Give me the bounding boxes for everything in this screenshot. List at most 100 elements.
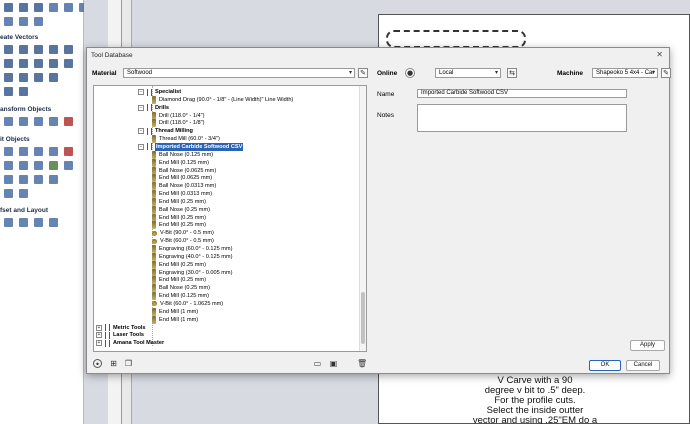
join-icon[interactable] — [34, 147, 43, 156]
tree-root-row[interactable]: + Metric Tools — [96, 324, 146, 332]
delete-icon[interactable] — [64, 147, 73, 156]
draw-arc-icon[interactable] — [34, 59, 43, 68]
online-select[interactable]: Local ▾ — [435, 68, 501, 78]
smooth-icon[interactable] — [19, 147, 28, 156]
tree-scrollbar[interactable] — [359, 86, 366, 351]
offset-vectors-icon[interactable] — [4, 218, 13, 227]
close-vectors-icon[interactable] — [4, 189, 13, 198]
tree-tool-row[interactable]: End Mill (0.0313 mm) — [152, 190, 212, 199]
delete-icon[interactable]: 🗑 — [357, 359, 367, 368]
draw-polygon-icon[interactable] — [49, 45, 58, 54]
array-copy-icon[interactable] — [19, 218, 28, 227]
tree-tool-row[interactable]: Thread Mill (60.0° - 3/4") — [152, 135, 220, 144]
tree-tool-row[interactable]: Engraving (30.0° - 0.005 mm) — [152, 268, 232, 277]
save-icon[interactable] — [34, 3, 43, 12]
tree-tool-row[interactable]: End Mill (0.0625 mm) — [152, 174, 212, 183]
dogbone-icon[interactable] — [49, 73, 58, 82]
scrollbar-thumb[interactable] — [361, 292, 365, 344]
tree-tool-row[interactable]: End Mill (0.25 mm) — [152, 197, 206, 206]
copy-icon[interactable] — [19, 17, 28, 26]
boundary-icon[interactable] — [49, 161, 58, 170]
tree-tool-row[interactable]: Drill (118.0° - 1/4") — [152, 111, 204, 120]
cut-icon[interactable] — [4, 17, 13, 26]
vector-artwork[interactable] — [386, 30, 526, 48]
draw-circle-icon[interactable] — [4, 45, 13, 54]
tree-tool-row[interactable]: Diamond Drag (90.0° - 1/8" - (Line Width… — [152, 95, 293, 104]
draw-star-icon[interactable] — [64, 45, 73, 54]
new-file-icon[interactable] — [4, 3, 13, 12]
text-on-curve-icon[interactable] — [64, 59, 73, 68]
machine-select[interactable]: Shapeoko 5 4x4 - Car ▾ — [592, 68, 658, 78]
tree-group-row[interactable]: − Drills — [138, 104, 169, 112]
tree-tool-row[interactable]: End Mill (0.125 mm) — [152, 158, 209, 167]
draw-ellipse-icon[interactable] — [19, 45, 28, 54]
tree-group-row[interactable]: − Specialist — [138, 88, 181, 96]
tree-tool-row[interactable]: End Mill (0.25 mm) — [152, 213, 206, 222]
tree-group-row-selected[interactable]: − Imported Carbide Softwood CSV — [138, 142, 244, 151]
tree-tool-row[interactable]: End Mill (0.25 mm) — [152, 276, 206, 285]
scale-icon[interactable] — [34, 117, 43, 126]
collapse-icon[interactable]: − — [138, 104, 144, 111]
name-field[interactable]: Imported Carbide Softwood CSV — [417, 89, 627, 98]
collapse-icon[interactable]: − — [138, 143, 144, 150]
cancel-button[interactable]: Cancel — [626, 360, 660, 371]
save-icon[interactable]: ▣ — [329, 359, 338, 368]
expand-icon[interactable]: + — [96, 324, 102, 331]
draw-text-icon[interactable] — [49, 59, 58, 68]
tool-tree[interactable]: − Specialist Diamond Drag (90.0° - 1/8" - … — [93, 85, 367, 352]
tree-tool-row[interactable]: End Mill (0.25 mm) — [152, 260, 206, 269]
tree-tool-row[interactable]: V-Bit (60.0° - 1.0625 mm) — [152, 300, 223, 308]
tree-group-row[interactable]: − Thread Milling — [138, 127, 193, 135]
import-icon[interactable] — [49, 3, 58, 12]
ok-button[interactable]: OK — [589, 360, 621, 371]
nest-parts-icon[interactable] — [49, 218, 58, 227]
tree-tool-row[interactable]: V-Bit (90.0° - 0.5 mm) — [152, 229, 214, 237]
subtract-icon[interactable] — [19, 161, 28, 170]
draw-line-icon[interactable] — [4, 59, 13, 68]
dimension-icon[interactable] — [19, 73, 28, 82]
inlay-icon[interactable] — [19, 87, 28, 96]
weld-icon[interactable] — [4, 161, 13, 170]
tree-tool-row[interactable]: Ball Nose (0.25 mm) — [152, 205, 210, 214]
expand-icon[interactable]: + — [96, 332, 102, 339]
edit-material-icon[interactable]: ✎ — [358, 68, 368, 78]
open-folder-icon[interactable]: ▭ — [313, 359, 322, 368]
intersect-icon[interactable] — [34, 161, 43, 170]
tree-tool-row[interactable]: Engraving (40.0° - 0.125 mm) — [152, 252, 232, 261]
tree-root-row[interactable]: + Amana Tool Master — [96, 339, 164, 347]
user-account-icon[interactable]: ● — [405, 68, 415, 78]
open-file-icon[interactable] — [19, 3, 28, 12]
mirror-icon[interactable] — [64, 117, 73, 126]
fillet-icon[interactable] — [34, 73, 43, 82]
tree-tool-row[interactable]: End Mill (0.125 mm) — [152, 292, 209, 301]
tree-tool-row[interactable]: Ball Nose (0.25 mm) — [152, 284, 210, 293]
paste-icon[interactable] — [34, 17, 43, 26]
align-icon[interactable] — [19, 117, 28, 126]
notes-field[interactable] — [417, 104, 627, 132]
move-icon[interactable] — [4, 117, 13, 126]
material-select[interactable]: Softwood ▾ — [123, 68, 355, 78]
draw-spiral-icon[interactable] — [4, 73, 13, 82]
group-icon[interactable] — [4, 175, 13, 184]
close-icon[interactable]: ✕ — [656, 50, 663, 59]
tree-tool-row[interactable]: End Mill (1 mm) — [152, 315, 198, 324]
tree-tool-row[interactable]: V-Bit (60.0° - 0.5 mm) — [152, 237, 214, 245]
trim-icon[interactable] — [49, 147, 58, 156]
collapse-icon[interactable]: − — [138, 89, 144, 95]
circular-array-icon[interactable] — [34, 218, 43, 227]
ungroup-icon[interactable] — [19, 175, 28, 184]
expand-icon[interactable]: + — [96, 340, 102, 347]
rotate-icon[interactable] — [49, 117, 58, 126]
trace-bitmap-icon[interactable] — [4, 87, 13, 96]
undo-icon[interactable] — [64, 3, 73, 12]
draw-rectangle-icon[interactable] — [34, 45, 43, 54]
tree-tool-row[interactable]: Ball Nose (0.0625 mm) — [152, 166, 216, 175]
curve-fit-icon[interactable] — [34, 175, 43, 184]
collapse-icon[interactable]: − — [138, 128, 144, 135]
tree-tool-row[interactable]: Ball Nose (0.125 mm) — [152, 150, 213, 159]
nest-icon[interactable] — [49, 175, 58, 184]
record-icon[interactable]: • — [93, 359, 102, 369]
tree-tool-row[interactable]: End Mill (1 mm) — [152, 307, 198, 316]
node-edit-icon[interactable] — [4, 147, 13, 156]
tree-tool-row[interactable]: Engraving (60.0° - 0.125 mm) — [152, 245, 232, 253]
